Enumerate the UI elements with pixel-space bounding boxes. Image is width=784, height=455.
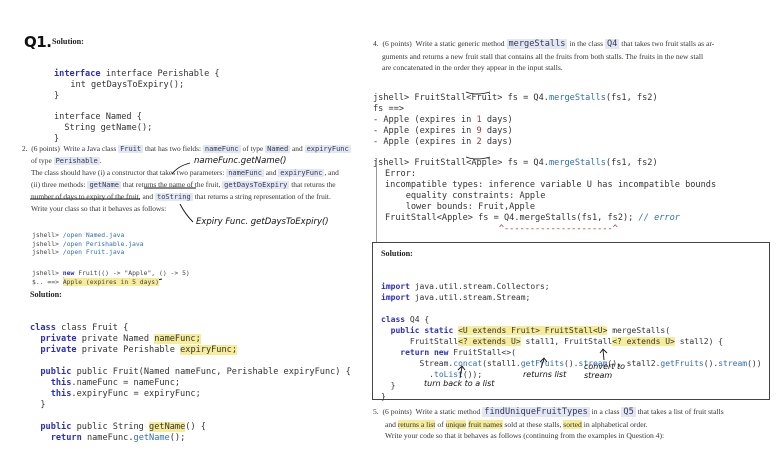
question-5-prose: 5. (6 points) Write a static method find… — [373, 407, 724, 440]
handwritten-arrows — [457, 348, 608, 379]
